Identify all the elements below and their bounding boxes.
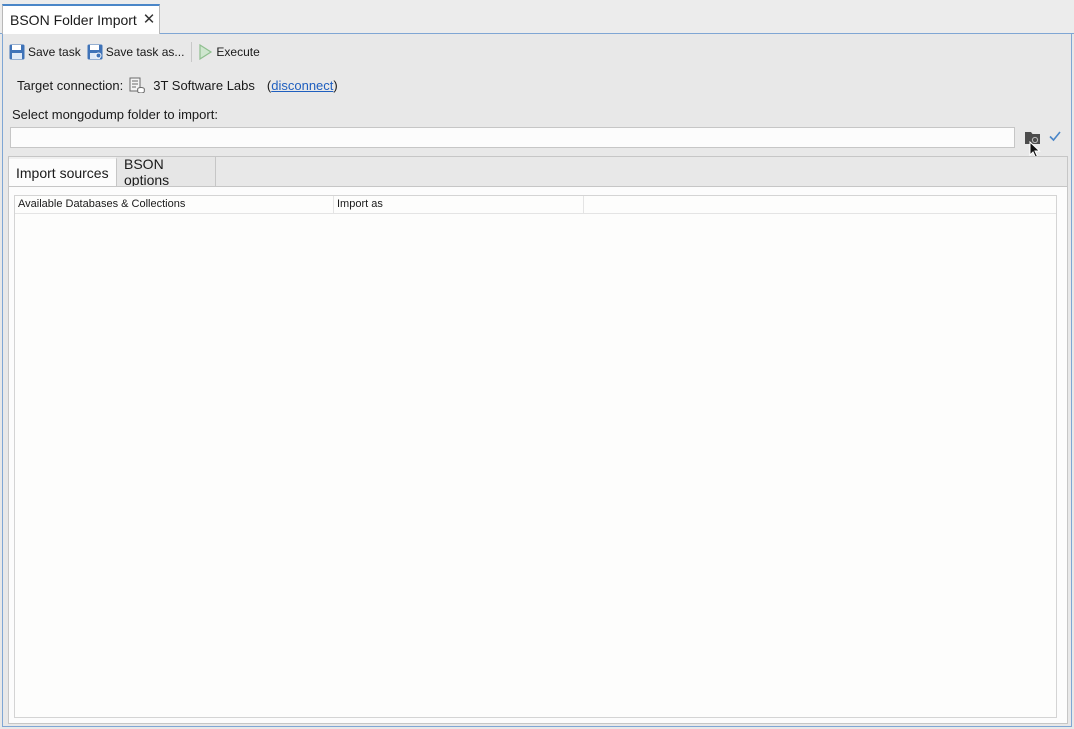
table-header: Available Databases & Collections Import… bbox=[15, 196, 1056, 214]
folder-select-label: Select mongodump folder to import: bbox=[12, 107, 218, 122]
floppy-disk-as-icon bbox=[87, 44, 103, 60]
import-tabs: Import sources BSON options Available Da… bbox=[8, 156, 1068, 724]
play-icon bbox=[199, 44, 213, 60]
close-icon[interactable]: ✕ bbox=[141, 11, 157, 28]
folder-path-input[interactable] bbox=[10, 127, 1015, 148]
save-task-button[interactable]: Save task bbox=[9, 42, 81, 62]
target-connection-row: Target connection: 3T Software Labs ( di… bbox=[17, 75, 338, 95]
tab-bson-options[interactable]: BSON options bbox=[117, 155, 216, 188]
target-connection-label: Target connection: bbox=[17, 77, 124, 93]
checkmark-icon bbox=[1048, 129, 1062, 146]
disconnect-link[interactable]: disconnect bbox=[271, 78, 333, 93]
tab-bson-options-label: BSON options bbox=[124, 155, 170, 188]
toolbar: Save task Save task as... Execute bbox=[9, 42, 266, 62]
column-header-empty bbox=[584, 196, 587, 213]
floppy-disk-icon bbox=[9, 44, 25, 60]
connection-name: 3T Software Labs bbox=[153, 77, 255, 93]
toolbar-separator bbox=[191, 42, 193, 62]
save-task-as-button[interactable]: Save task as... bbox=[87, 42, 185, 62]
execute-label: Execute bbox=[216, 45, 260, 59]
import-sources-table[interactable]: Available Databases & Collections Import… bbox=[14, 195, 1057, 718]
connection-icon bbox=[129, 77, 146, 93]
column-header-import-as[interactable]: Import as bbox=[334, 196, 584, 213]
close-paren: ) bbox=[333, 77, 338, 93]
tab-import-sources[interactable]: Import sources bbox=[9, 157, 117, 187]
tab-bson-folder-import[interactable]: BSON Folder Import ✕ bbox=[2, 4, 160, 34]
column-header-databases[interactable]: Available Databases & Collections bbox=[15, 196, 334, 213]
save-task-as-label: Save task as... bbox=[105, 45, 185, 59]
save-task-label: Save task bbox=[28, 45, 81, 59]
import-editor: Save task Save task as... Execute Target… bbox=[2, 34, 1072, 727]
editor-tabstrip: BSON Folder Import ✕ bbox=[0, 0, 1074, 34]
tab-title: BSON Folder Import bbox=[10, 12, 137, 28]
import-sources-panel: Available Databases & Collections Import… bbox=[9, 186, 1067, 723]
tab-import-sources-label: Import sources bbox=[16, 165, 109, 181]
execute-button[interactable]: Execute bbox=[197, 42, 260, 62]
